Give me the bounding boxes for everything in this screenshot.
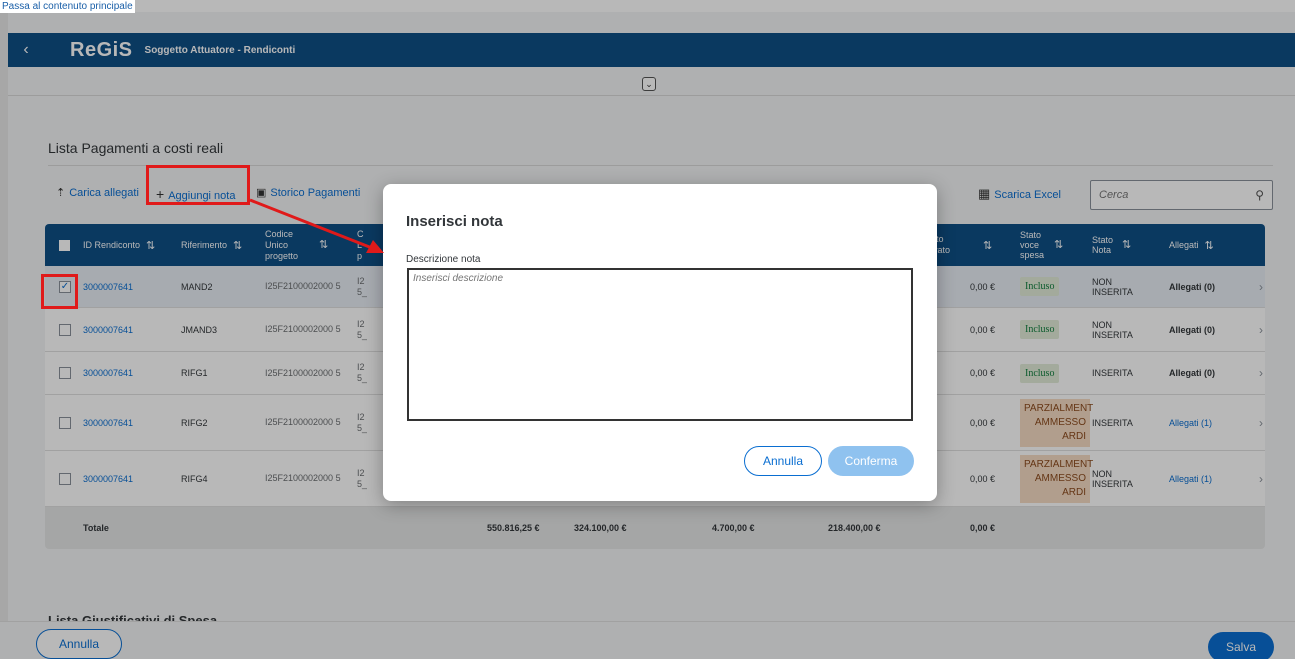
dialog-annulla-button[interactable]: Annulla bbox=[744, 446, 822, 476]
descrizione-nota-label: Descrizione nota bbox=[406, 254, 481, 265]
conferma-button[interactable]: Conferma bbox=[828, 446, 914, 476]
skip-to-content-link[interactable]: Passa al contenuto principale bbox=[0, 0, 135, 13]
descrizione-nota-textarea[interactable] bbox=[407, 268, 913, 421]
aggiungi-nota-highlight bbox=[146, 165, 250, 205]
inserisci-nota-dialog: Inserisci nota Descrizione nota Annulla … bbox=[383, 184, 937, 501]
dialog-title: Inserisci nota bbox=[406, 213, 503, 230]
checkbox-highlight bbox=[41, 274, 78, 309]
